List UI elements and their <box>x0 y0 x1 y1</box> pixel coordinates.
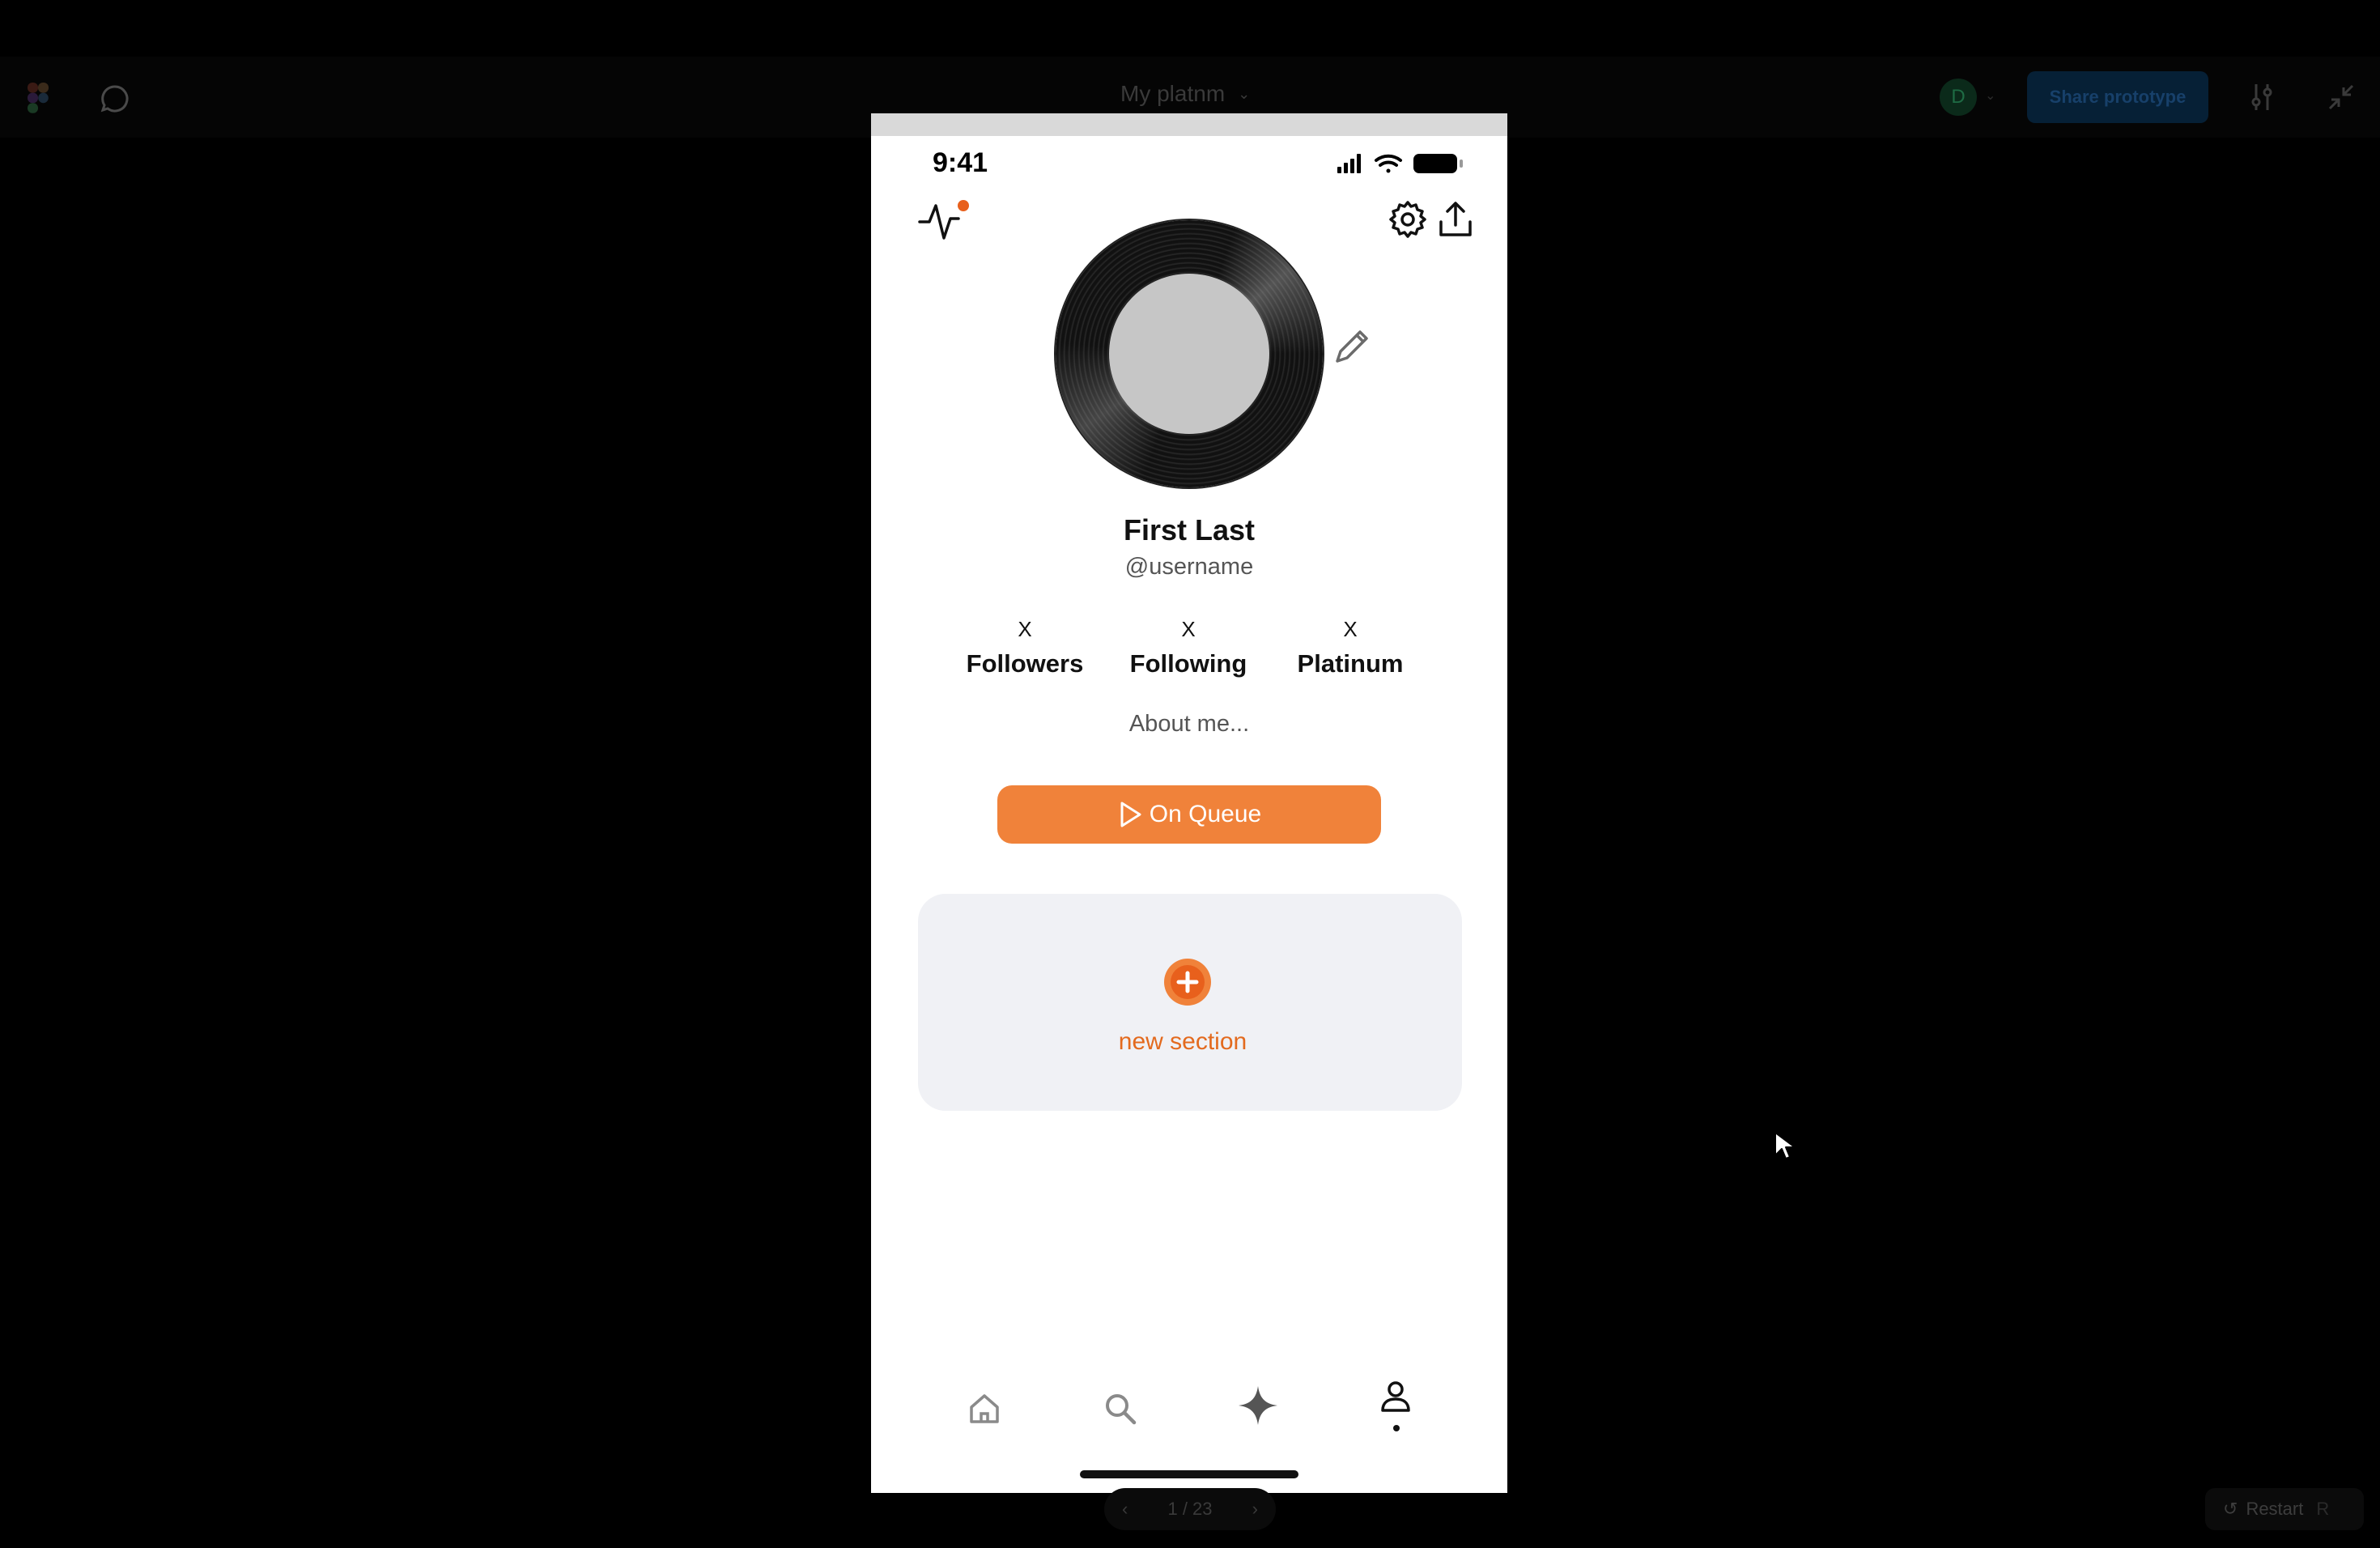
platinum-count: X <box>1343 617 1358 641</box>
frame-pager: ‹ 1 / 23 › <box>1104 1488 1276 1530</box>
about-me: About me... <box>1128 711 1250 737</box>
previous-frame-icon[interactable]: ‹ <box>1122 1499 1128 1520</box>
on-queue-label: On Queue <box>1149 801 1262 827</box>
home-indicator <box>1080 1470 1298 1478</box>
restart-icon: ↺ <box>2223 1499 2238 1519</box>
collapse-icon[interactable] <box>2325 81 2357 113</box>
chevron-down-icon: ⌄ <box>1238 85 1251 102</box>
new-section-label: new section <box>1118 1028 1247 1055</box>
gear-icon[interactable] <box>1388 199 1428 240</box>
phone-screen: 9:41 First Last @username X Followers X … <box>871 113 1507 1493</box>
search-icon[interactable] <box>1096 1384 1145 1433</box>
profile-name: First Last <box>1123 513 1256 546</box>
activity-icon[interactable] <box>918 198 970 243</box>
platinum-label: Platinum <box>1297 649 1404 678</box>
restart-label: Restart <box>2246 1499 2304 1519</box>
document-title-text: My platnm <box>1120 81 1226 106</box>
signal-icon <box>1337 154 1361 173</box>
add-circle-icon[interactable] <box>1162 957 1213 1007</box>
stat-followers[interactable]: X Followers <box>944 617 1106 678</box>
notification-dot <box>958 200 969 211</box>
tab-bar <box>871 1368 1507 1449</box>
stat-platinum[interactable]: X Platinum <box>1269 617 1431 678</box>
home-icon[interactable] <box>960 1384 1009 1433</box>
play-icon <box>1120 802 1141 827</box>
settings-sliders-icon[interactable] <box>2246 81 2278 113</box>
avatar[interactable]: D <box>1940 79 1977 116</box>
following-count: X <box>1181 617 1196 641</box>
new-section-card[interactable]: new section <box>918 894 1462 1111</box>
status-icons <box>1337 154 1463 173</box>
battery-icon <box>1413 154 1463 173</box>
sparkle-icon[interactable] <box>1234 1381 1282 1430</box>
frame-top-bar <box>871 113 1507 136</box>
document-title[interactable]: My platnm ⌄ <box>1120 81 1250 107</box>
profile-icon[interactable] <box>1371 1373 1420 1422</box>
share-prototype-button[interactable]: Share prototype <box>2027 71 2208 123</box>
figma-logo-icon[interactable] <box>28 83 49 113</box>
frame-counter: 1 / 23 <box>1167 1499 1213 1519</box>
profile-record-avatar[interactable] <box>1056 220 1323 487</box>
restart-button[interactable]: ↺ Restart R <box>2205 1488 2364 1530</box>
following-label: Following <box>1129 649 1247 678</box>
wifi-icon <box>1375 154 1402 173</box>
followers-label: Followers <box>966 649 1084 678</box>
next-frame-icon[interactable]: › <box>1252 1499 1258 1520</box>
status-time: 9:41 <box>933 147 988 178</box>
followers-count: X <box>1018 617 1032 641</box>
on-queue-button[interactable]: On Queue <box>997 785 1381 844</box>
record-label <box>1109 274 1269 434</box>
active-tab-indicator <box>1393 1425 1400 1431</box>
comment-icon[interactable] <box>99 83 131 115</box>
restart-shortcut: R <box>2316 1499 2330 1519</box>
mouse-cursor-icon <box>1774 1132 1796 1159</box>
stat-following[interactable]: X Following <box>1107 617 1269 678</box>
pencil-icon[interactable] <box>1331 325 1373 368</box>
profile-username: @username <box>1124 554 1254 580</box>
chevron-down-icon[interactable]: ⌄ <box>1985 87 1995 104</box>
share-icon[interactable] <box>1436 199 1475 240</box>
